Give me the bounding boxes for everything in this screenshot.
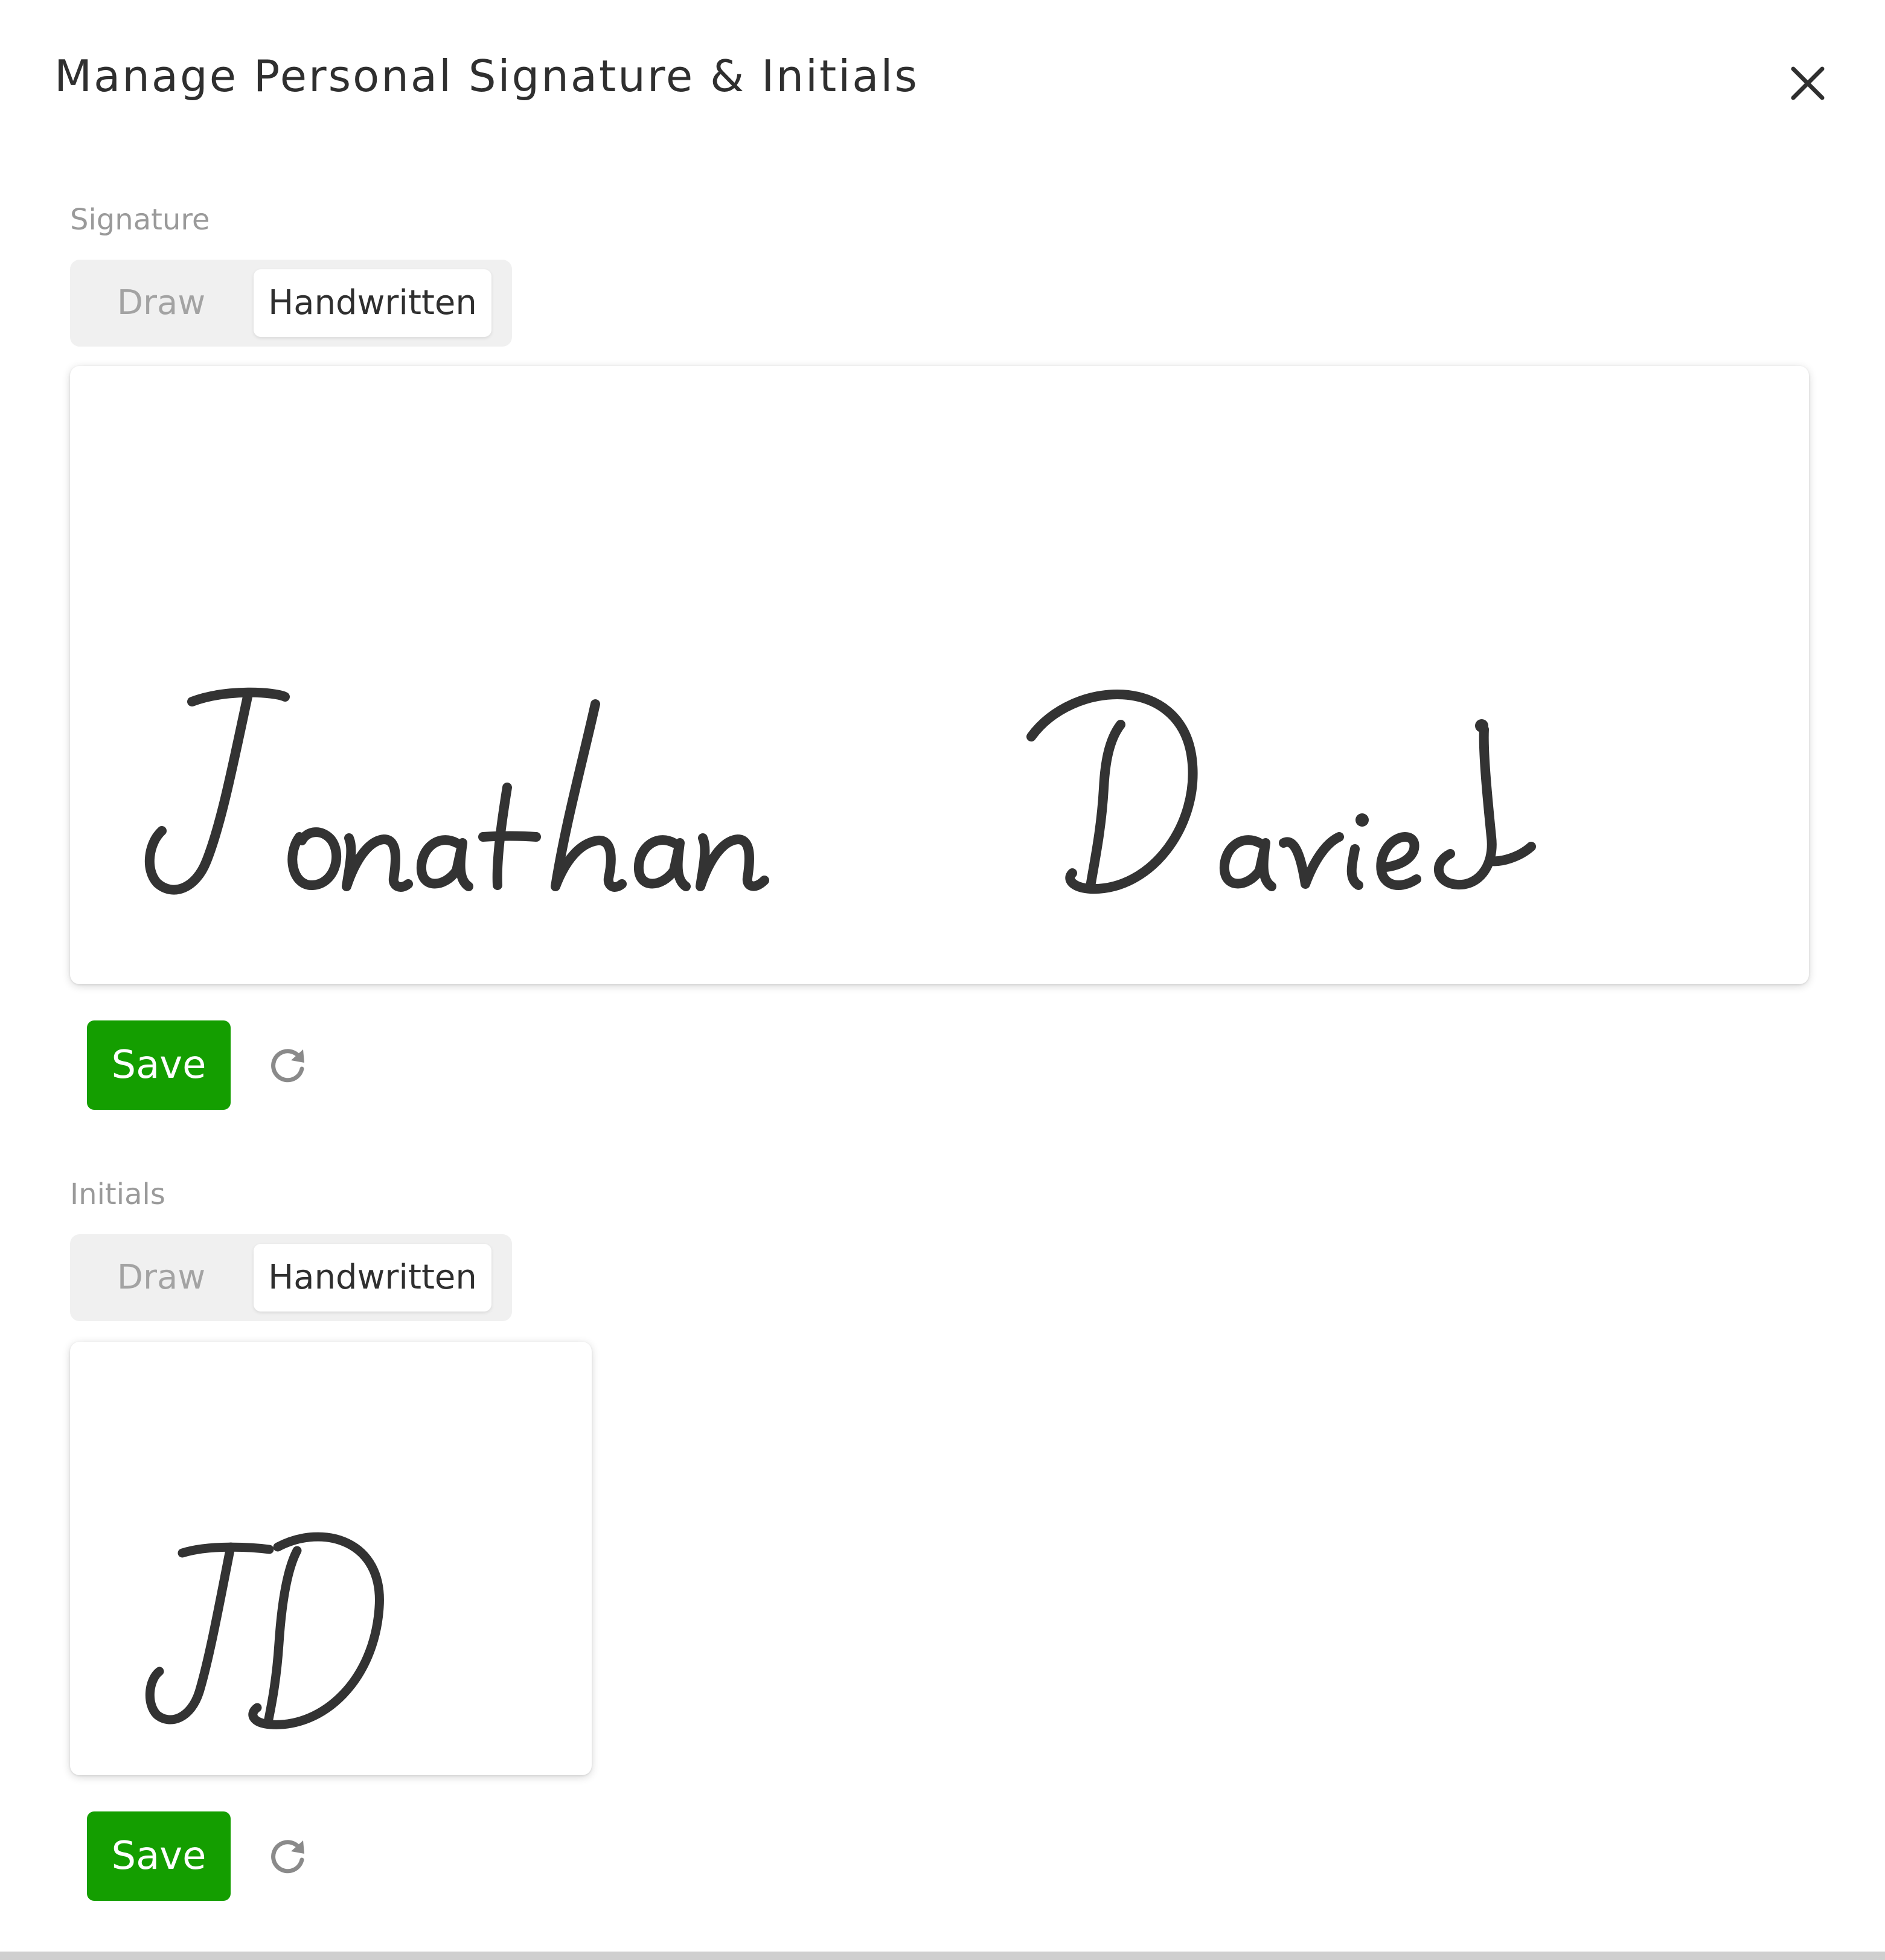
initials-tab-draw[interactable]: Draw (80, 1244, 243, 1311)
signature-pad[interactable] (70, 366, 1809, 984)
signature-mode-toggle: Draw Handwritten (70, 260, 512, 347)
page-backdrop-edge (0, 1952, 1885, 1960)
signature-section-label: Signature (70, 203, 210, 237)
signature-reset-button[interactable] (268, 1045, 309, 1086)
initials-mode-toggle: Draw Handwritten (70, 1234, 512, 1321)
initials-pad[interactable] (70, 1342, 592, 1775)
close-icon (1791, 66, 1825, 100)
initials-reset-button[interactable] (268, 1836, 309, 1877)
initials-section-label: Initials (70, 1177, 165, 1211)
initials-tab-handwritten[interactable]: Handwritten (254, 1244, 491, 1311)
close-button[interactable] (1784, 59, 1832, 107)
refresh-icon (271, 1049, 304, 1083)
initials-handwriting (145, 1532, 384, 1729)
signature-handwriting (144, 687, 1536, 895)
refresh-icon (271, 1840, 304, 1874)
signature-save-button[interactable]: Save (87, 1020, 231, 1110)
signature-tab-draw[interactable]: Draw (80, 269, 243, 337)
signature-tab-handwritten[interactable]: Handwritten (254, 269, 491, 337)
initials-save-button[interactable]: Save (87, 1811, 231, 1901)
signature-dialog: Manage Personal Signature & Initials Sig… (0, 0, 1885, 1952)
dialog-title: Manage Personal Signature & Initials (54, 51, 919, 101)
